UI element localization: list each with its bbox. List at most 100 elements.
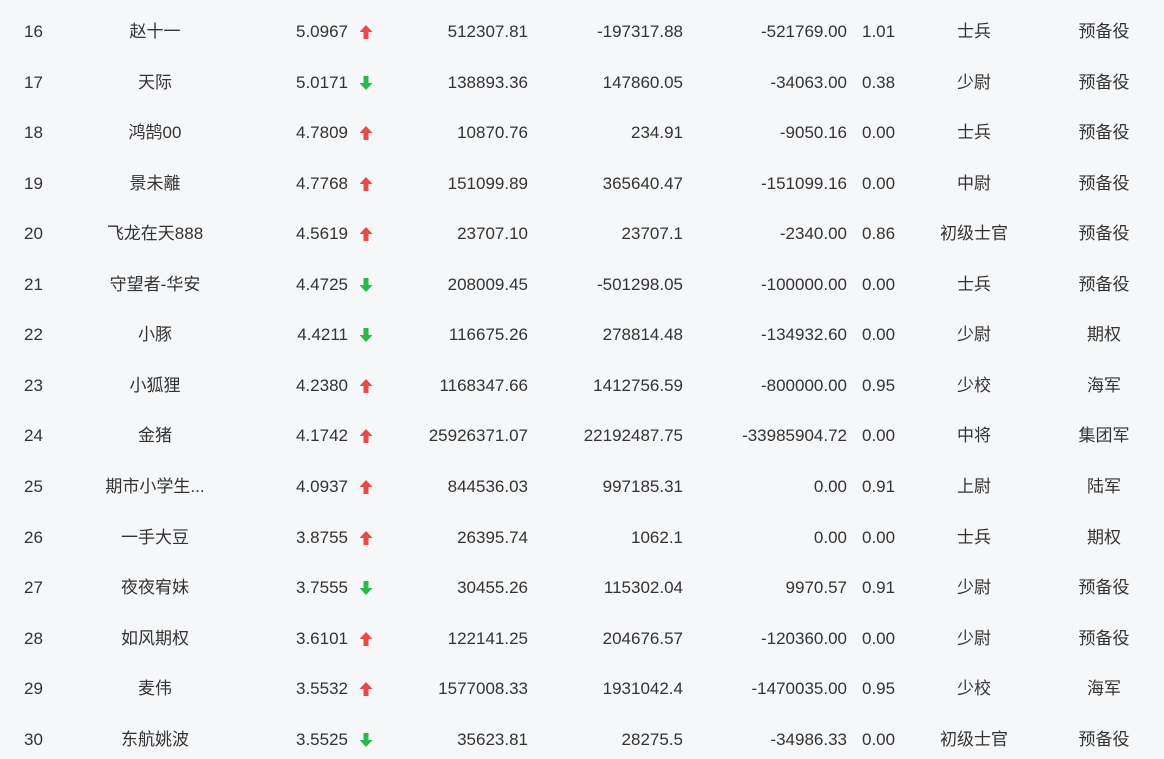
ratio-cell: 0.91 xyxy=(862,476,896,496)
value-cell-2: 1931042.4 xyxy=(602,679,683,699)
ratio-cell: 0.86 xyxy=(862,224,896,244)
value-cell-3: -34986.33 xyxy=(770,729,847,749)
table-row[interactable]: 22 小豚 4.4211 116675.26 278814.48 -134932.60 0.… xyxy=(0,310,1164,361)
table-row[interactable]: 27 夜夜宥妹 3.7555 30455.26 115302.04 9970.57 0.91… xyxy=(0,563,1164,614)
arrow-up-icon xyxy=(358,513,374,564)
rank-cell: 27 xyxy=(24,578,43,598)
ratio-cell: 0.00 xyxy=(862,729,896,749)
ratio-cell: 0.00 xyxy=(862,274,896,294)
table-row[interactable]: 28 如风期权 3.6101 122141.25 204676.57 -120360.00… xyxy=(0,614,1164,665)
level-cell: 少尉 xyxy=(957,72,991,92)
value-cell-1: 151099.89 xyxy=(447,173,528,193)
level-cell: 初级士官 xyxy=(940,729,1008,749)
table-row[interactable]: 20 飞龙在天888 4.5619 23707.10 23707.1 -2340.00 0.… xyxy=(0,209,1164,260)
group-cell: 预备役 xyxy=(1078,22,1130,41)
group-cell: 预备役 xyxy=(1078,578,1130,598)
score-cell: 4.4725 xyxy=(296,274,348,294)
level-cell: 士兵 xyxy=(957,527,991,547)
ratio-cell: 0.00 xyxy=(862,527,896,547)
value-cell-3: -521769.00 xyxy=(760,22,847,41)
name-cell: 金猪 xyxy=(138,426,172,446)
table-row[interactable]: 29 麦伟 3.5532 1577008.33 1931042.4 -1470035.00… xyxy=(0,664,1164,715)
name-cell: 景未離 xyxy=(129,173,181,193)
value-cell-3: -1470035.00 xyxy=(751,679,847,699)
score-cell: 5.0171 xyxy=(296,72,348,92)
value-cell-1: 23707.10 xyxy=(457,224,528,244)
value-cell-2: 28275.5 xyxy=(621,729,683,749)
group-cell: 预备役 xyxy=(1078,628,1130,648)
ratio-cell: 0.38 xyxy=(862,72,896,92)
name-cell: 一手大豆 xyxy=(121,527,189,547)
arrow-down-icon xyxy=(358,715,374,759)
rank-cell: 20 xyxy=(24,224,43,244)
score-cell: 3.6101 xyxy=(296,628,348,648)
name-cell: 鸿鹄00 xyxy=(128,123,182,143)
value-cell-1: 138893.36 xyxy=(447,72,528,92)
score-cell: 3.5532 xyxy=(296,679,348,699)
score-cell: 3.7555 xyxy=(296,578,348,598)
table-row[interactable]: 17 天际 5.0171 138893.36 147860.05 -34063.00 0.3… xyxy=(0,58,1164,109)
table-row[interactable]: 23 小狐狸 4.2380 1168347.66 1412756.59 -800000.0… xyxy=(0,361,1164,412)
ratio-cell: 1.01 xyxy=(862,22,896,41)
table-row[interactable]: 18 鸿鹄00 4.7809 10870.76 234.91 -9050.16 0.00 士兵… xyxy=(0,108,1164,159)
name-cell: 赵十一 xyxy=(129,22,181,41)
arrow-down-icon xyxy=(358,260,374,311)
name-cell: 麦伟 xyxy=(138,679,172,699)
level-cell: 少校 xyxy=(957,679,991,699)
rank-cell: 29 xyxy=(24,679,43,699)
value-cell-3: -100000.00 xyxy=(760,274,847,294)
value-cell-1: 116675.26 xyxy=(448,325,528,345)
score-cell: 4.5619 xyxy=(296,224,348,244)
value-cell-1: 208009.45 xyxy=(447,274,528,294)
table-row[interactable]: 21 守望者-华安 4.4725 208009.45 -501298.05 -100000… xyxy=(0,260,1164,311)
level-cell: 士兵 xyxy=(957,274,991,294)
level-cell: 中尉 xyxy=(957,173,991,193)
table-row[interactable]: 24 金猪 4.1742 25926371.07 22192487.75 -3398590… xyxy=(0,411,1164,462)
group-cell: 预备役 xyxy=(1078,274,1130,294)
table-row[interactable]: 26 一手大豆 3.8755 26395.74 1062.1 0.00 0.00 士兵 期权 xyxy=(0,513,1164,564)
value-cell-3: -33985904.72 xyxy=(742,426,847,446)
group-cell: 预备役 xyxy=(1078,72,1130,92)
value-cell-1: 25926371.07 xyxy=(428,426,528,446)
score-cell: 3.8755 xyxy=(296,527,348,547)
value-cell-3: -134932.60 xyxy=(760,325,847,345)
arrow-up-icon xyxy=(358,7,374,58)
rank-cell: 23 xyxy=(24,375,43,395)
group-cell: 预备役 xyxy=(1078,729,1130,749)
group-cell: 期权 xyxy=(1087,527,1121,547)
name-cell: 天际 xyxy=(138,72,172,92)
rank-cell: 24 xyxy=(24,426,43,446)
value-cell-2: 23707.1 xyxy=(621,224,683,244)
rank-cell: 18 xyxy=(24,123,43,143)
arrow-up-icon xyxy=(358,108,374,159)
ratio-cell: 0.00 xyxy=(862,123,896,143)
arrow-up-icon xyxy=(358,411,374,462)
name-cell: 飞龙在天888 xyxy=(106,224,204,244)
value-cell-1: 844536.03 xyxy=(447,476,528,496)
name-cell: 守望者-华安 xyxy=(109,274,201,294)
table-row[interactable]: 25 期市小学生... 4.0937 844536.03 997185.31 0.00 0.… xyxy=(0,462,1164,513)
level-cell: 士兵 xyxy=(957,123,991,143)
name-cell: 小狐狸 xyxy=(129,375,181,395)
rank-cell: 28 xyxy=(24,628,43,648)
value-cell-3: -120360.00 xyxy=(760,628,847,648)
value-cell-3: -800000.00 xyxy=(760,375,847,395)
group-cell: 海军 xyxy=(1087,679,1121,699)
value-cell-2: 234.91 xyxy=(631,123,683,143)
group-cell: 集团军 xyxy=(1078,426,1130,446)
table-row[interactable]: 16 赵十一 5.0967 512307.81 -197317.88 -521769.00… xyxy=(0,7,1164,58)
arrow-up-icon xyxy=(358,462,374,513)
value-cell-3: 0.00 xyxy=(813,527,847,547)
group-cell: 陆军 xyxy=(1087,476,1121,496)
score-cell: 4.1742 xyxy=(296,426,348,446)
ratio-cell: 0.00 xyxy=(862,628,896,648)
ranking-table: 16 赵十一 5.0967 512307.81 -197317.88 -521769.00… xyxy=(0,0,1164,759)
score-cell: 5.0967 xyxy=(296,22,348,41)
group-cell: 预备役 xyxy=(1078,123,1130,143)
ratio-cell: 0.91 xyxy=(862,578,896,598)
table-row[interactable]: 19 景未離 4.7768 151099.89 365640.47 -151099.16 0… xyxy=(0,159,1164,210)
arrow-up-icon xyxy=(358,159,374,210)
arrow-down-icon xyxy=(358,58,374,109)
table-row[interactable]: 30 东航姚波 3.5525 35623.81 28275.5 -34986.33 0.00… xyxy=(0,715,1164,759)
group-cell: 预备役 xyxy=(1078,224,1130,244)
